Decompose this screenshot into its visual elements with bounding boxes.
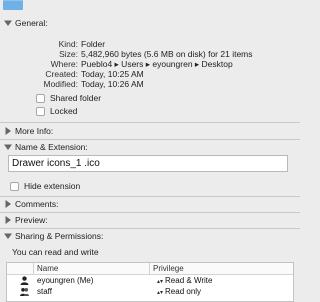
shared-folder-checkbox[interactable] <box>36 93 45 103</box>
group-icon <box>20 288 29 296</box>
created-label: Created: <box>45 69 78 79</box>
more-info-section-title: More Info: <box>15 126 54 136</box>
kind-row: Kind: Folder <box>0 39 300 49</box>
disclosure-closed-icon[interactable] <box>4 216 12 224</box>
general-section-title: General: <box>15 18 48 28</box>
preview-section-header[interactable]: Preview: <box>0 213 300 227</box>
disclosure-open-icon[interactable] <box>4 19 12 27</box>
privilege-column-header[interactable]: Privilege <box>153 264 184 273</box>
privilege-value: Read only <box>165 287 202 296</box>
name-column-header[interactable]: Name <box>37 264 58 273</box>
where-row: Where: Pueblo4 ▸ Users ▸ eyoungren ▸ Des… <box>0 59 300 69</box>
group-name: staff <box>37 287 52 296</box>
column-separator <box>149 263 150 274</box>
created-row: Created: Today, 10:25 AM <box>0 69 300 79</box>
hide-extension-label: Hide extension <box>24 181 81 191</box>
table-row[interactable]: staff ▴▾ Read only <box>7 286 293 297</box>
modified-value: Today, 10:26 AM <box>81 79 144 89</box>
column-separator <box>33 263 34 274</box>
comments-section-header[interactable]: Comments: <box>0 197 300 211</box>
locked-checkbox[interactable] <box>36 106 45 116</box>
sharing-section-header[interactable]: Sharing & Permissions: <box>0 229 300 243</box>
kind-value: Folder <box>81 39 106 49</box>
disclosure-open-icon[interactable] <box>4 232 12 240</box>
updown-arrows-icon: ▴▾ <box>157 290 164 296</box>
name-extension-section-header[interactable]: Name & Extension: <box>0 140 300 154</box>
privilege-value: Read & Write <box>165 276 213 285</box>
comments-section-title: Comments: <box>15 199 59 209</box>
sharing-summary: You can read and write <box>12 247 99 257</box>
shared-folder-checkbox-row[interactable]: Shared folder <box>36 92 101 104</box>
general-section-header[interactable]: General: <box>0 16 300 30</box>
privilege-popup[interactable]: ▴▾ Read only <box>157 286 201 299</box>
size-label: Size: <box>59 49 78 59</box>
where-value: Pueblo4 ▸ Users ▸ eyoungren ▸ Desktop <box>81 59 233 69</box>
permissions-table[interactable]: Name Privilege eyoungren (Me) ▴▾ Read & W… <box>6 262 294 302</box>
filename-input[interactable]: Drawer icons_1 .ico <box>8 155 288 172</box>
hide-extension-checkbox[interactable] <box>10 181 19 191</box>
window-top <box>0 0 300 12</box>
locked-checkbox-row[interactable]: Locked <box>36 105 77 117</box>
shared-folder-label: Shared folder <box>50 93 102 103</box>
hide-extension-checkbox-row[interactable]: Hide extension <box>10 180 80 192</box>
divider <box>0 122 300 123</box>
updown-arrows-icon: ▴▾ <box>157 279 164 285</box>
modified-label: Modified: <box>43 79 79 89</box>
table-row[interactable]: eyoungren (Me) ▴▾ Read & Write <box>7 275 293 286</box>
preview-section-title: Preview: <box>15 215 48 225</box>
size-value: 5,482,960 bytes (5.6 MB on disk) for 21 … <box>81 49 253 59</box>
name-extension-section-title: Name & Extension: <box>15 142 88 152</box>
user-name: eyoungren (Me) <box>37 276 94 285</box>
size-row: Size: 5,482,960 bytes (5.6 MB on disk) f… <box>0 49 300 59</box>
modified-row: Modified: Today, 10:26 AM <box>0 79 300 89</box>
locked-label: Locked <box>50 106 78 116</box>
disclosure-closed-icon[interactable] <box>4 200 12 208</box>
where-label: Where: <box>50 59 78 69</box>
permissions-table-header: Name Privilege <box>7 263 293 275</box>
created-value: Today, 10:25 AM <box>81 69 144 79</box>
kind-label: Kind: <box>58 39 78 49</box>
disclosure-open-icon[interactable] <box>4 143 12 151</box>
more-info-section-header[interactable]: More Info: <box>0 124 300 138</box>
folder-icon <box>3 0 23 10</box>
user-icon <box>20 276 29 285</box>
sharing-section-title: Sharing & Permissions: <box>15 231 104 241</box>
disclosure-closed-icon[interactable] <box>4 127 12 135</box>
